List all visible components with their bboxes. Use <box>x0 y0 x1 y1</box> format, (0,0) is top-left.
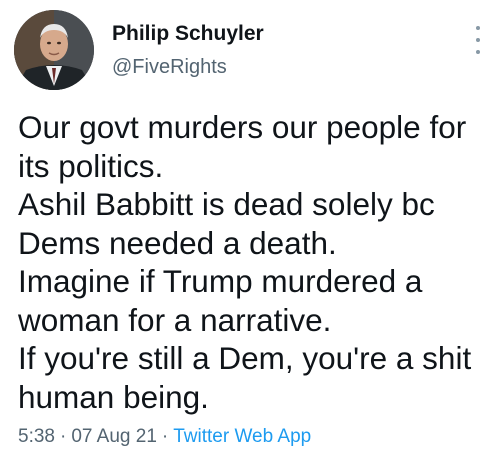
tweet-text-line: If you're still a Dem, you're a shit <box>18 340 472 376</box>
tweet-text-line: Our govt murders our people for <box>18 109 467 145</box>
more-vertical-icon[interactable] <box>474 26 482 54</box>
tweet-text-line: human being. <box>18 378 209 415</box>
tweet-text-line: Imagine if Trump murdered a <box>18 263 423 299</box>
tweet-date[interactable]: 07 Aug 21 <box>71 426 157 447</box>
tweet-text-line: Ashil Babbitt is dead solely bc <box>18 186 435 222</box>
avatar-photo <box>14 10 94 90</box>
tweet-text-line: Dems needed a death. <box>18 224 337 261</box>
tweet-text: Our govt murders our people for its poli… <box>18 108 492 416</box>
author-handle[interactable]: @FiveRights <box>112 56 227 79</box>
author-name[interactable]: Philip Schuyler <box>112 22 264 46</box>
dot <box>476 50 480 54</box>
meta-separator: · <box>59 426 67 447</box>
tweet-time[interactable]: 5:38 <box>18 426 55 447</box>
tweet-card: Philip Schuyler @FiveRights Our govt mur… <box>0 0 500 464</box>
tweet-text-line: its politics. <box>18 147 164 184</box>
tweet-source-link[interactable]: Twitter Web App <box>173 426 311 447</box>
dot <box>476 26 480 30</box>
avatar[interactable] <box>14 10 94 90</box>
meta-separator: · <box>161 426 169 447</box>
tweet-header: Philip Schuyler @FiveRights <box>14 10 486 92</box>
tweet-text-line: woman for a narrative. <box>18 301 332 338</box>
tweet-meta: 5:38 · 07 Aug 21 · Twitter Web App <box>18 426 311 448</box>
dot <box>476 38 480 42</box>
